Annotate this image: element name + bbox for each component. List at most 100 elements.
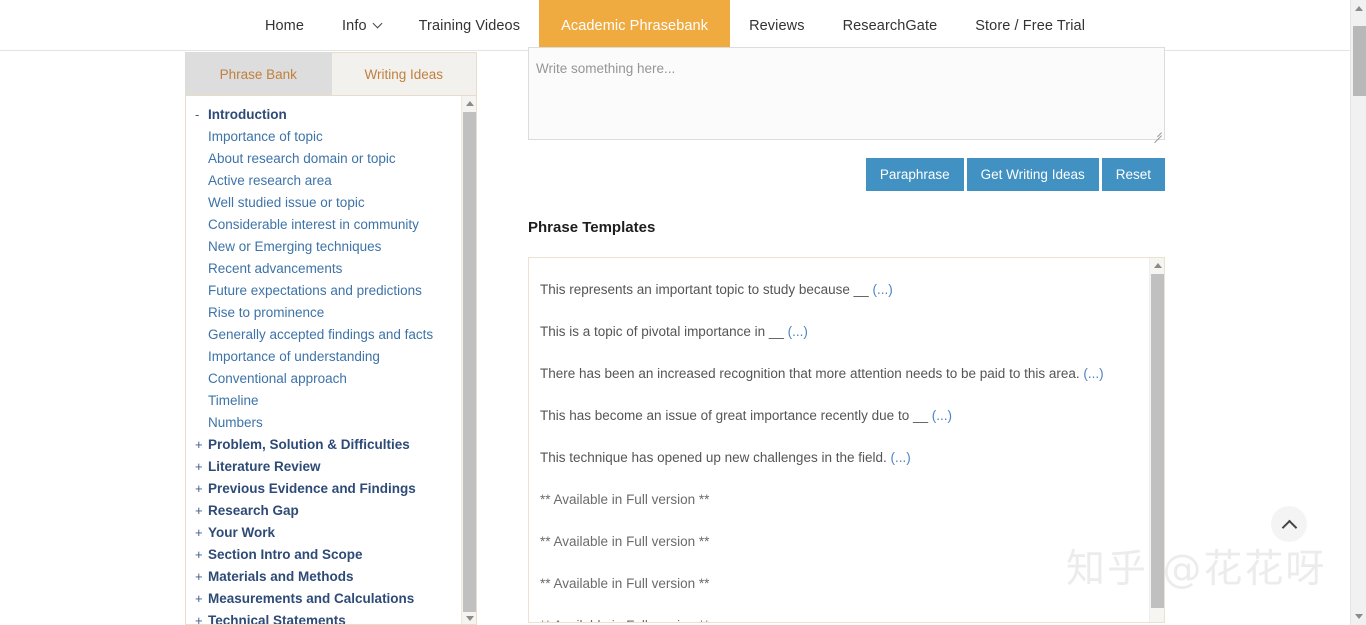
compose-textarea[interactable]: Write something here... xyxy=(528,47,1165,144)
sidebar-tab-writing-ideas[interactable]: Writing Ideas xyxy=(331,52,477,95)
scroll-to-top-button[interactable] xyxy=(1271,506,1307,542)
sidebar-item-label: Technical Statements xyxy=(208,613,346,625)
phrase-row-locked[interactable]: ** Available in Full version ** xyxy=(529,479,1164,521)
sidebar-item-future-expectations-and-predictions[interactable]: Future expectations and predictions xyxy=(186,280,476,302)
sidebar-item-technical-statements[interactable]: + Technical Statements xyxy=(186,610,476,625)
phrase-row[interactable]: This represents an important topic to st… xyxy=(529,269,1164,311)
sidebar-item-about-research-domain-or-topic[interactable]: About research domain or topic xyxy=(186,148,476,170)
sidebar-item-generally-accepted-findings-and-facts[interactable]: Generally accepted findings and facts xyxy=(186,324,476,346)
get-writing-ideas-button[interactable]: Get Writing Ideas xyxy=(966,158,1099,191)
phrase-row[interactable]: There has been an increased recognition … xyxy=(529,353,1164,395)
phrase-row[interactable]: This is a topic of pivotal importance in… xyxy=(529,311,1164,353)
sidebar-item-research-gap[interactable]: + Research Gap xyxy=(186,500,476,522)
phrase-row[interactable]: This has become an issue of great import… xyxy=(529,395,1164,437)
sidebar-scrollbar[interactable] xyxy=(461,96,476,624)
triangle-down-icon xyxy=(465,616,474,621)
expand-toggle-icon[interactable]: + xyxy=(195,544,208,566)
nav-item-reviews[interactable]: Reviews xyxy=(730,0,824,51)
sidebar-item-new-or-emerging-techniques[interactable]: New or Emerging techniques xyxy=(186,236,476,258)
sidebar-item-rise-to-prominence[interactable]: Rise to prominence xyxy=(186,302,476,324)
paraphrase-button[interactable]: Paraphrase xyxy=(865,158,964,191)
expand-toggle-icon[interactable]: + xyxy=(195,522,208,544)
sidebar-item-label: Numbers xyxy=(208,415,263,430)
sidebar-item-section-intro-and-scope[interactable]: + Section Intro and Scope xyxy=(186,544,476,566)
sidebar-tab-phrase-bank[interactable]: Phrase Bank xyxy=(185,52,332,95)
sidebar-item-label: New or Emerging techniques xyxy=(208,239,382,254)
sidebar-item-well-studied-issue-or-topic[interactable]: Well studied issue or topic xyxy=(186,192,476,214)
phrase-row-locked[interactable]: ** Available in Full version ** xyxy=(529,521,1164,563)
phrase-expand-link[interactable]: (...) xyxy=(1083,366,1103,381)
nav-item-label: Home xyxy=(264,17,305,34)
phrase-expand-link[interactable]: (...) xyxy=(872,282,892,297)
expand-toggle-icon[interactable]: + xyxy=(195,478,208,500)
sidebar-item-label: Section Intro and Scope xyxy=(208,547,363,562)
reset-button[interactable]: Reset xyxy=(1101,158,1165,191)
phrase-scroll-thumb[interactable] xyxy=(1151,274,1164,608)
nav-item-academic-phrasebank[interactable]: Academic Phrasebank xyxy=(539,0,731,51)
sidebar-tab-label: Writing Ideas xyxy=(364,66,444,82)
sidebar-item-considerable-interest-in-community[interactable]: Considerable interest in community xyxy=(186,214,476,236)
sidebar-item-your-work[interactable]: + Your Work xyxy=(186,522,476,544)
browser-scroll-thumb[interactable] xyxy=(1353,26,1366,96)
phrase-templates-panel[interactable]: This represents an important topic to st… xyxy=(528,257,1165,623)
sidebar-scroll-thumb[interactable] xyxy=(463,112,476,612)
sidebar-item-label: Previous Evidence and Findings xyxy=(208,481,416,496)
sidebar-item-importance-of-understanding[interactable]: Importance of understanding xyxy=(186,346,476,368)
sidebar-item-numbers[interactable]: Numbers xyxy=(186,412,476,434)
triangle-up-icon xyxy=(1153,263,1162,268)
expand-toggle-icon[interactable]: + xyxy=(195,456,208,478)
phrase-panel-scrollbar[interactable] xyxy=(1149,258,1164,622)
expand-toggle-icon[interactable]: + xyxy=(195,588,208,610)
sidebar-item-label: Literature Review xyxy=(208,459,321,474)
phrase-expand-link[interactable]: (...) xyxy=(788,324,808,339)
expand-toggle-icon[interactable]: + xyxy=(195,566,208,588)
sidebar-item-materials-and-methods[interactable]: + Materials and Methods xyxy=(186,566,476,588)
phrase-scroll-up-arrow[interactable] xyxy=(1150,258,1164,273)
sidebar-item-timeline[interactable]: Timeline xyxy=(186,390,476,412)
nav-item-label: Academic Phrasebank xyxy=(561,17,709,34)
sidebar-scroll-up-arrow[interactable] xyxy=(462,96,476,111)
sidebar-item-label: Problem, Solution & Difficulties xyxy=(208,437,410,452)
browser-scroll-down-arrow[interactable] xyxy=(1351,608,1366,625)
nav-item-store-free-trial[interactable]: Store / Free Trial xyxy=(956,0,1104,51)
sidebar-item-label: Rise to prominence xyxy=(208,305,325,320)
chevron-down-icon xyxy=(374,20,381,27)
sidebar-item-conventional-approach[interactable]: Conventional approach xyxy=(186,368,476,390)
phrase-row-locked[interactable]: ** Available in Full version ** xyxy=(529,563,1164,605)
phrase-text: ** Available in Full version ** xyxy=(540,576,710,591)
sidebar-item-previous-evidence-and-findings[interactable]: + Previous Evidence and Findings xyxy=(186,478,476,500)
sidebar-item-importance-of-topic[interactable]: Importance of topic xyxy=(186,126,476,148)
nav-item-training-videos[interactable]: Training Videos xyxy=(400,0,539,51)
expand-toggle-icon[interactable]: + xyxy=(195,500,208,522)
phrase-row-locked[interactable]: ** Available in Full version ** xyxy=(529,605,1164,622)
browser-scroll-up-arrow[interactable] xyxy=(1351,0,1366,17)
expand-toggle-icon[interactable]: + xyxy=(195,434,208,456)
sidebar-item-recent-advancements[interactable]: Recent advancements xyxy=(186,258,476,280)
sidebar-item-active-research-area[interactable]: Active research area xyxy=(186,170,476,192)
nav-item-home[interactable]: Home xyxy=(246,0,323,51)
sidebar-item-label: Active research area xyxy=(208,173,332,188)
textarea-resize-handle[interactable] xyxy=(1150,125,1163,144)
nav-item-researchgate[interactable]: ResearchGate xyxy=(824,0,957,51)
phrase-expand-link[interactable]: (...) xyxy=(932,408,952,423)
browser-scrollbar[interactable] xyxy=(1350,0,1366,625)
sidebar-item-literature-review[interactable]: + Literature Review xyxy=(186,456,476,478)
expand-toggle-icon[interactable]: + xyxy=(195,610,208,624)
sidebar-category-list[interactable]: - Introduction Importance of topic About re… xyxy=(185,95,477,625)
sidebar-item-label: Future expectations and predictions xyxy=(208,283,422,298)
nav-item-info[interactable]: Info xyxy=(323,0,400,51)
triangle-up-icon xyxy=(465,101,474,106)
collapse-toggle-icon[interactable]: - xyxy=(195,104,208,126)
phrase-expand-link[interactable]: (...) xyxy=(891,450,911,465)
phrase-row[interactable]: This technique has opened up new challen… xyxy=(529,437,1164,479)
phrase-text: ** Available in Full version ** xyxy=(540,534,710,549)
sidebar-item-measurements-and-calculations[interactable]: + Measurements and Calculations xyxy=(186,588,476,610)
sidebar-item-problem-solution-difficulties[interactable]: + Problem, Solution & Difficulties xyxy=(186,434,476,456)
sidebar-item-label: Considerable interest in community xyxy=(208,217,419,232)
compose-placeholder-text: Write something here... xyxy=(536,61,676,76)
sidebar-item-introduction[interactable]: - Introduction xyxy=(186,104,476,126)
sidebar-scroll-down-arrow[interactable] xyxy=(462,611,476,624)
sidebar-item-label: Research Gap xyxy=(208,503,299,518)
sidebar-item-label: Measurements and Calculations xyxy=(208,591,415,606)
sidebar: Phrase Bank Writing Ideas - Introduction Im… xyxy=(185,52,477,625)
